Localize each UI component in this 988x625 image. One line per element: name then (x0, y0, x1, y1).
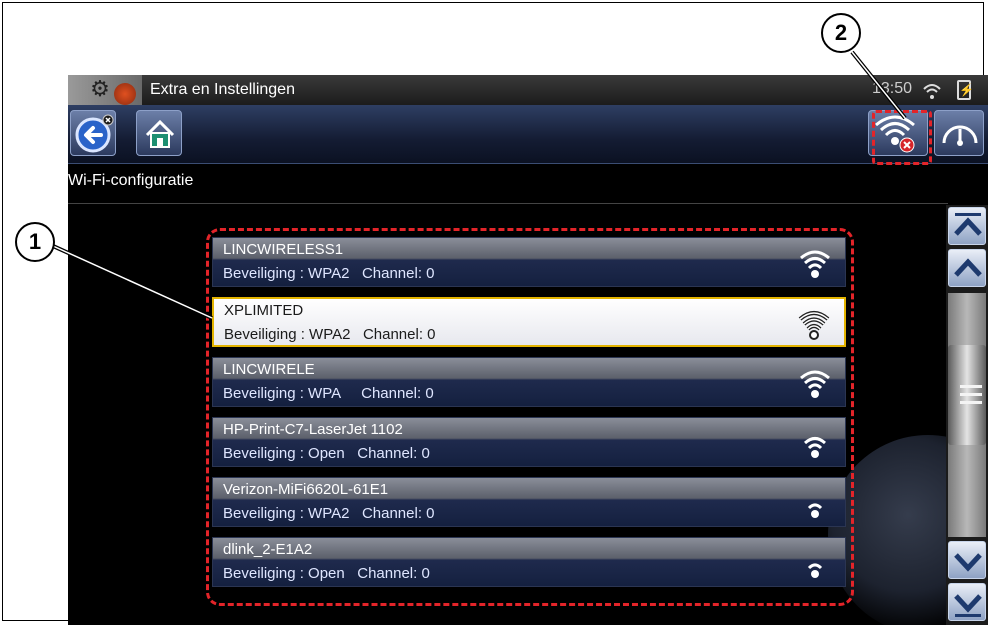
callout-leader-lines (52, 50, 907, 320)
callout-1: 1 (15, 222, 55, 262)
callout-2: 2 (821, 13, 861, 53)
